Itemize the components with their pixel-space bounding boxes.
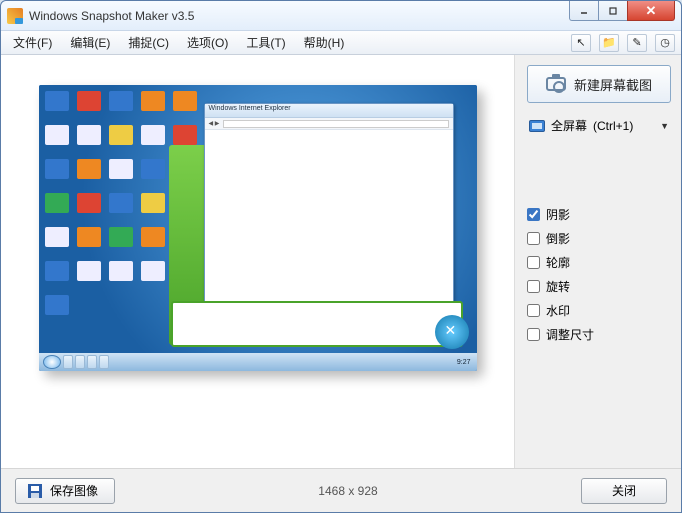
capture-mode-selector[interactable]: 全屏幕 (Ctrl+1) ▼: [527, 115, 671, 136]
screen-icon: [529, 120, 545, 132]
menu-help[interactable]: 帮助(H): [298, 32, 351, 53]
mini-window-body: [205, 130, 453, 320]
camera-icon: [546, 77, 566, 91]
screenshot-preview: Windows Internet Explorer ◀ ▶ 9:27: [39, 85, 477, 371]
menu-options[interactable]: 选项(O): [181, 32, 234, 53]
save-label: 保存图像: [50, 482, 98, 499]
option-shadow[interactable]: 阴影: [527, 206, 671, 223]
watermark-checkbox[interactable]: [527, 304, 540, 317]
new-screenshot-label: 新建屏幕截图: [574, 75, 652, 94]
resize-checkbox[interactable]: [527, 328, 540, 341]
mini-window-title: Windows Internet Explorer: [205, 104, 453, 118]
outline-checkbox[interactable]: [527, 256, 540, 269]
save-image-button[interactable]: 保存图像: [15, 478, 115, 504]
mini-taskbar: 9:27: [39, 353, 477, 371]
app-window: Windows Snapshot Maker v3.5 ✕ 文件(F) 编辑(E…: [0, 0, 682, 513]
option-reflection[interactable]: 倒影: [527, 230, 671, 247]
minimize-button[interactable]: [569, 1, 599, 21]
fullscreen-shortcut: (Ctrl+1): [593, 119, 633, 133]
mini-start-button: [43, 355, 61, 369]
new-screenshot-button[interactable]: 新建屏幕截图: [527, 65, 671, 103]
folder-tool-icon[interactable]: 📁: [599, 34, 619, 52]
shadow-checkbox[interactable]: [527, 208, 540, 221]
mini-browser-window: Windows Internet Explorer ◀ ▶: [204, 103, 454, 321]
close-window-button[interactable]: ✕: [627, 1, 675, 21]
rotate-checkbox[interactable]: [527, 280, 540, 293]
chevron-down-icon: ▼: [660, 121, 669, 131]
preview-image[interactable]: Windows Internet Explorer ◀ ▶ 9:27: [39, 85, 477, 371]
footer: 保存图像 1468 x 928 关闭: [1, 468, 681, 512]
mini-window-toolbar: ◀ ▶: [205, 118, 453, 130]
floppy-icon: [28, 484, 42, 498]
menu-edit[interactable]: 编辑(E): [64, 32, 116, 53]
cursor-tool-icon[interactable]: ↖: [571, 34, 591, 52]
close-button[interactable]: 关闭: [581, 478, 667, 504]
reflection-checkbox[interactable]: [527, 232, 540, 245]
option-outline[interactable]: 轮廓: [527, 254, 671, 271]
titlebar: Windows Snapshot Maker v3.5 ✕: [1, 1, 681, 31]
option-watermark[interactable]: 水印: [527, 302, 671, 319]
option-resize[interactable]: 调整尺寸: [527, 326, 671, 343]
menu-file[interactable]: 文件(F): [7, 32, 58, 53]
option-rotate[interactable]: 旋转: [527, 278, 671, 295]
menubar: 文件(F) 编辑(E) 捕捉(C) 选项(O) 工具(T) 帮助(H) ↖ 📁 …: [1, 31, 681, 55]
dimensions-readout: 1468 x 928: [115, 484, 581, 498]
menu-capture[interactable]: 捕捉(C): [122, 32, 175, 53]
mini-info-panel: [171, 301, 463, 347]
fullscreen-label: 全屏幕: [551, 117, 587, 134]
menu-tools[interactable]: 工具(T): [240, 32, 291, 53]
window-controls: ✕: [570, 1, 675, 21]
maximize-button[interactable]: [598, 1, 628, 21]
effects-options: 阴影 倒影 轮廓 旋转 水印 调整尺寸: [527, 206, 671, 343]
content-area: Windows Internet Explorer ◀ ▶ 9:27: [1, 55, 681, 468]
close-label: 关闭: [612, 482, 636, 499]
history-tool-icon[interactable]: ◷: [655, 34, 675, 52]
window-title: Windows Snapshot Maker v3.5: [29, 9, 194, 23]
mini-close-bubble: [435, 315, 469, 349]
side-panel: 新建屏幕截图 全屏幕 (Ctrl+1) ▼ 阴影 倒影 轮廓 旋转 水印 调整尺…: [515, 55, 681, 468]
mini-clock: 9:27: [455, 359, 473, 366]
app-icon: [7, 8, 23, 24]
edit-tool-icon[interactable]: ✎: [627, 34, 647, 52]
preview-pane: Windows Internet Explorer ◀ ▶ 9:27: [1, 55, 515, 468]
mini-desktop: Windows Internet Explorer ◀ ▶ 9:27: [39, 85, 477, 371]
